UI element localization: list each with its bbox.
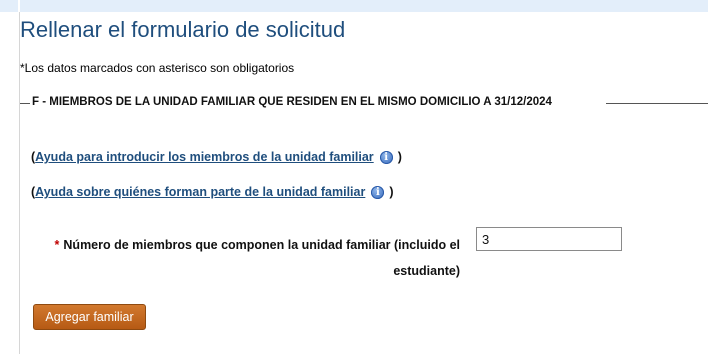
close-paren: ) [389, 185, 394, 199]
required-note: *Los datos marcados con asterisco son ob… [20, 61, 295, 75]
fieldset-border-left [20, 103, 30, 104]
top-band-gap [18, 0, 20, 12]
close-paren: ) [397, 150, 402, 164]
section-legend: F - MIEMBROS DE LA UNIDAD FAMILIAR QUE R… [32, 96, 558, 108]
add-family-member-button[interactable]: Agregar familiar [33, 304, 146, 330]
required-asterisk: * [54, 238, 60, 252]
info-icon[interactable]: i [371, 185, 385, 199]
info-icon[interactable]: i [379, 150, 393, 164]
help-family-unit-link[interactable]: Ayuda sobre quiénes forman parte de la u… [35, 185, 365, 199]
help-members-entry: ( Ayuda para introducir los miembros de … [31, 150, 402, 164]
top-band [0, 0, 708, 12]
page-title: Rellenar el formulario de solicitud [20, 17, 346, 42]
members-count-label: * Número de miembros que componen la unid… [32, 232, 460, 284]
members-count-label-text: Número de miembros que componen la unida… [63, 238, 460, 278]
members-count-input[interactable] [476, 227, 622, 251]
fieldset-border-right [606, 103, 708, 104]
help-members-entry-link[interactable]: Ayuda para introducir los miembros de la… [35, 150, 374, 164]
help-family-unit: ( Ayuda sobre quiénes forman parte de la… [31, 185, 394, 199]
